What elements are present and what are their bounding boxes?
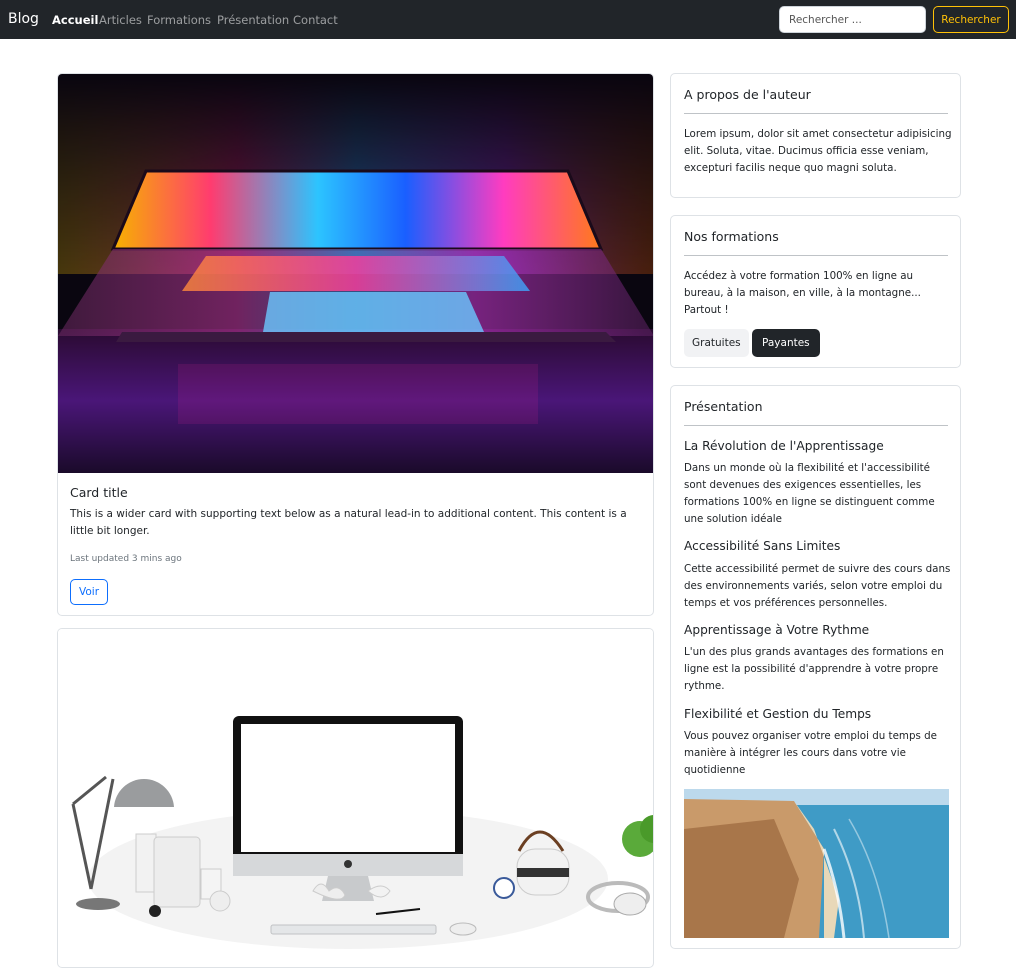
section-text: Vous pouvez organiser votre emploi du te… [684, 730, 937, 776]
search-input[interactable] [779, 6, 926, 33]
navbar: Blog Accueil Articles Formations Présent… [0, 0, 1016, 39]
divider [684, 255, 948, 256]
article-card: Card title This is a wider card with sup… [57, 73, 654, 616]
divider [684, 425, 948, 426]
navbar-brand[interactable]: Blog [8, 11, 39, 27]
paid-formations-button[interactable]: Payantes [752, 329, 820, 357]
card-last-updated: Last updated 3 mins ago [70, 554, 182, 564]
desk-image [58, 629, 653, 959]
laptop-image [58, 74, 653, 473]
about-title: A propos de l'auteur [684, 87, 811, 102]
about-text: Lorem ipsum, dolor sit amet consectetur … [684, 128, 952, 174]
formations-card: Nos formations Accédez à votre formation… [670, 215, 961, 368]
voir-button[interactable]: Voir [70, 579, 109, 605]
divider [684, 113, 948, 114]
about-card: A propos de l'auteur Lorem ipsum, dolor … [670, 73, 961, 198]
free-formations-button[interactable]: Gratuites [684, 329, 749, 357]
section-text: Dans un monde où la flexibilité et l'acc… [684, 462, 935, 525]
section-title: Accessibilité Sans Limites [684, 539, 841, 553]
coastline-image [684, 789, 949, 938]
nav-link-presentation[interactable]: Présentation [217, 13, 289, 27]
presentation-card: Présentation La Révolution de l'Apprenti… [670, 385, 961, 949]
section-text: L'un des plus grands avantages des forma… [684, 646, 944, 692]
nav-link-articles[interactable]: Articles [99, 13, 142, 27]
section-title: La Révolution de l'Apprentissage [684, 439, 884, 453]
presentation-title: Présentation [684, 399, 763, 414]
search-button[interactable]: Rechercher [933, 6, 1009, 33]
nav-link-contact[interactable]: Contact [293, 13, 338, 27]
card-text: This is a wider card with supporting tex… [70, 508, 627, 537]
nav-link-formations[interactable]: Formations [147, 13, 211, 27]
formations-text: Accédez à votre formation 100% en ligne … [684, 270, 921, 316]
card-title: Card title [70, 485, 128, 500]
section-title: Apprentissage à Votre Rythme [684, 623, 870, 637]
section-title: Flexibilité et Gestion du Temps [684, 707, 872, 721]
article-card [57, 628, 654, 968]
section-text: Cette accessibilité permet de suivre des… [684, 563, 951, 609]
formations-title: Nos formations [684, 229, 779, 244]
nav-link-accueil[interactable]: Accueil [52, 13, 98, 27]
